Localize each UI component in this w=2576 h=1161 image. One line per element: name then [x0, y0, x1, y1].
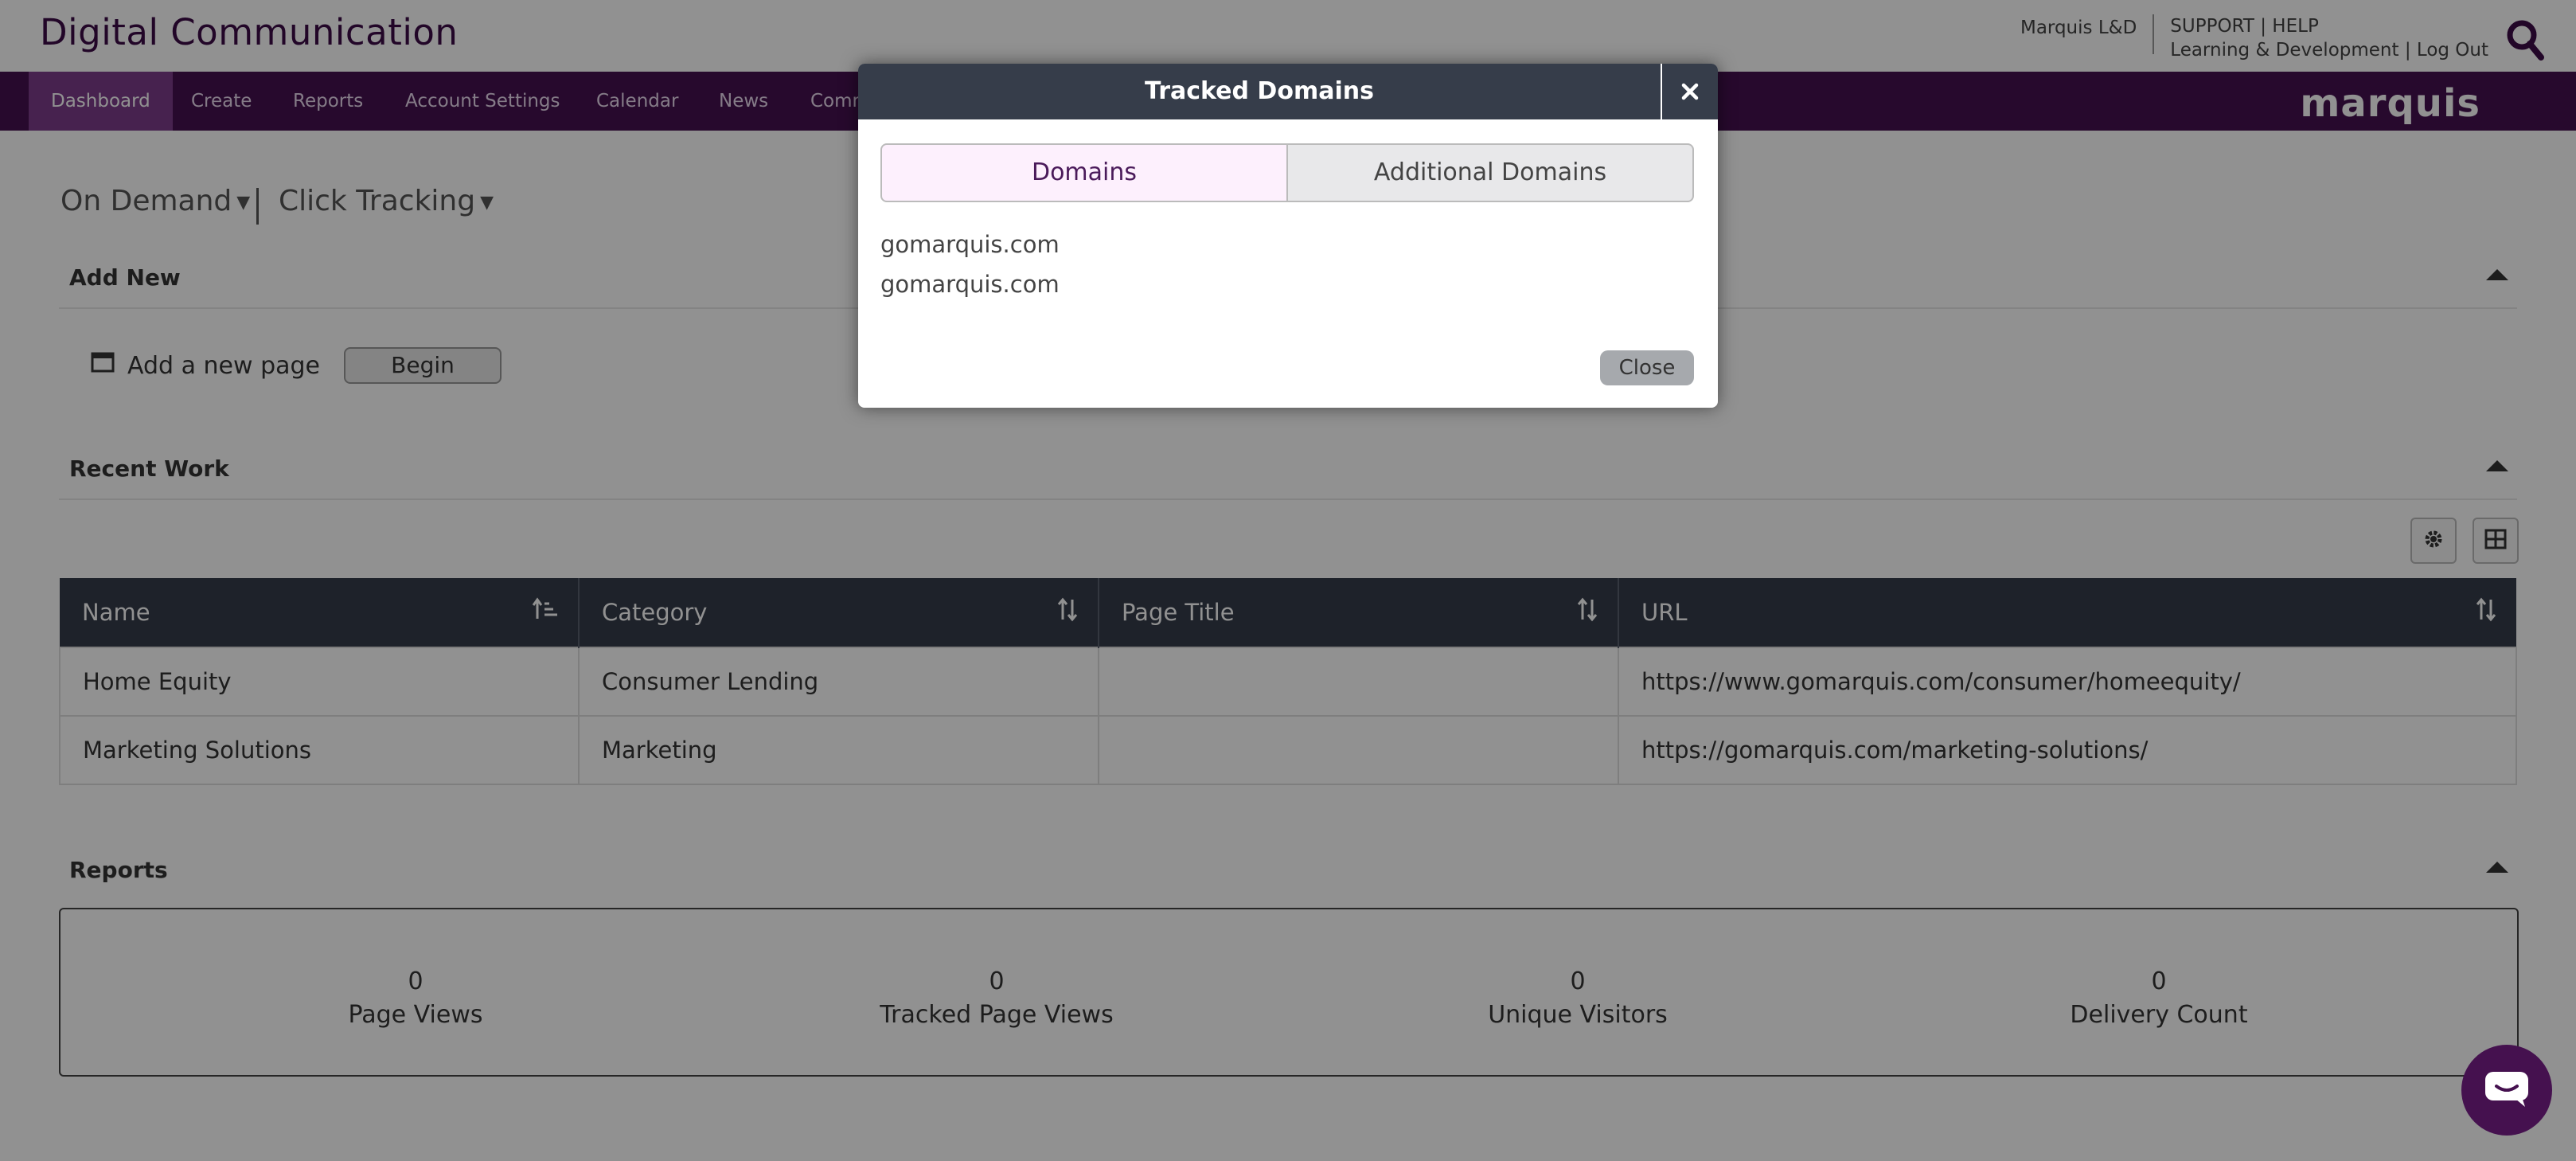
- modal-header: Tracked Domains: [858, 64, 1718, 119]
- list-item: gomarquis.com: [880, 271, 1060, 298]
- close-icon[interactable]: [1661, 64, 1718, 119]
- tab-domains[interactable]: Domains: [880, 143, 1288, 202]
- modal-tabs: Domains Additional Domains: [880, 143, 1694, 202]
- chat-launcher-button[interactable]: [2461, 1045, 2552, 1136]
- tab-additional-domains[interactable]: Additional Domains: [1288, 143, 1694, 202]
- tracked-domains-modal: Tracked Domains Domains Additional Domai…: [858, 64, 1718, 408]
- list-item: gomarquis.com: [880, 231, 1060, 258]
- chat-bubble-icon: [2484, 1069, 2530, 1112]
- close-button[interactable]: Close: [1600, 350, 1694, 385]
- modal-title: Tracked Domains: [1145, 77, 1374, 105]
- domain-list: gomarquis.com gomarquis.com: [880, 225, 1060, 304]
